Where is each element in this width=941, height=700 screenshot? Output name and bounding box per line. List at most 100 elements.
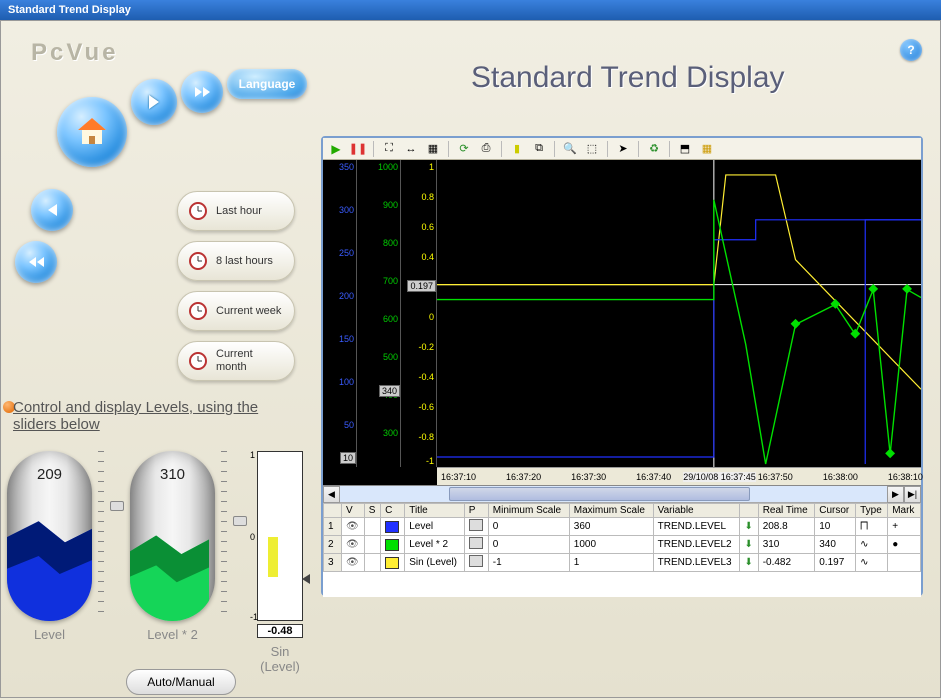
legend-header[interactable]: Maximum Scale xyxy=(569,504,653,518)
cursor-cell: 0.197 xyxy=(815,554,856,572)
link-cell[interactable]: ⬇ xyxy=(740,518,758,536)
toolbar-fit-button[interactable]: ⛶ xyxy=(380,140,398,158)
style-cell[interactable] xyxy=(364,518,380,536)
legend-header[interactable] xyxy=(324,504,342,518)
legend-header[interactable]: Minimum Scale xyxy=(488,504,569,518)
legend-header[interactable]: Variable xyxy=(653,504,740,518)
legend-header[interactable]: Cursor xyxy=(815,504,856,518)
toolbar-grid-button[interactable]: ▦ xyxy=(424,140,442,158)
level-slider[interactable] xyxy=(110,501,124,511)
row-number: 3 xyxy=(324,554,342,572)
time-range-8-hours[interactable]: 8 last hours xyxy=(177,241,295,281)
clock-icon xyxy=(188,251,208,271)
time-range-label: Last hour xyxy=(216,205,262,218)
legend-header[interactable]: C xyxy=(381,504,405,518)
legend-header[interactable] xyxy=(740,504,758,518)
toolbar-reload-button[interactable]: ♻ xyxy=(645,140,663,158)
table-row[interactable]: 2👁Level * 201000TREND.LEVEL2⬇310340∿● xyxy=(324,536,921,554)
visible-toggle[interactable]: 👁 xyxy=(342,536,365,554)
toolbar-cursor-button[interactable]: ➤ xyxy=(614,140,632,158)
toolbar-stretch-button[interactable]: ↔ xyxy=(402,140,420,158)
style-cell[interactable] xyxy=(364,536,380,554)
axis-level2: 1000900 800700 600500 400300 340 xyxy=(357,160,401,467)
level2-scale xyxy=(221,451,227,621)
auto-manual-label: Auto/Manual xyxy=(147,675,214,689)
axis-sin: 10.8 0.60.4 0.20 -0.2-0.4 -0.6-0.8 -1 0.… xyxy=(401,160,437,467)
realtime-cell: 310 xyxy=(758,536,815,554)
color-cell[interactable] xyxy=(381,518,405,536)
toolbar-notes-button[interactable]: ▮ xyxy=(508,140,526,158)
fast-forward-button[interactable] xyxy=(181,71,223,113)
toolbar-pause-button[interactable]: ❚❚ xyxy=(349,140,367,158)
scroll-left-button[interactable]: ◀ xyxy=(323,486,340,503)
color-cell[interactable] xyxy=(381,554,405,572)
type-cell: ∿ xyxy=(856,554,888,572)
toolbar-export-button[interactable]: ⬒ xyxy=(676,140,694,158)
brand-logo: PcVue xyxy=(31,39,118,67)
props-button[interactable] xyxy=(464,554,488,572)
legend-header[interactable]: V xyxy=(342,504,365,518)
toolbar-zoom-area-button[interactable]: ⬚ xyxy=(583,140,601,158)
reload-icon: ♻ xyxy=(649,142,659,155)
horizontal-scrollbar[interactable]: ◀ ▶ ▶| xyxy=(323,486,921,503)
plot-area[interactable] xyxy=(437,160,921,467)
min-cell: 0 xyxy=(488,518,569,536)
toolbar-copy-button[interactable]: ⧉ xyxy=(530,140,548,158)
color-cell[interactable] xyxy=(381,536,405,554)
axis-level: 350300 250200 150100 50 10 xyxy=(323,160,357,467)
legend-header[interactable]: Mark xyxy=(888,504,921,518)
page-title: Standard Trend Display xyxy=(471,61,785,95)
type-cell: ∿ xyxy=(856,536,888,554)
trend-chart[interactable]: 350300 250200 150100 50 10 1000900 80070… xyxy=(323,160,921,486)
link-cell[interactable]: ⬇ xyxy=(740,536,758,554)
level2-slider[interactable] xyxy=(233,516,247,526)
row-number: 1 xyxy=(324,518,342,536)
legend-header[interactable]: Real Time xyxy=(758,504,815,518)
chevron-left-icon: ◀ xyxy=(328,489,335,500)
props-button[interactable] xyxy=(464,536,488,554)
toolbar-settings-button[interactable]: ▦ xyxy=(698,140,716,158)
rewind-button[interactable] xyxy=(15,241,57,283)
help-icon[interactable]: ? xyxy=(900,39,922,61)
time-range-current-week[interactable]: Current week xyxy=(177,291,295,331)
props-button[interactable] xyxy=(464,518,488,536)
min-cell: -1 xyxy=(488,554,569,572)
toolbar-play-button[interactable]: ▶ xyxy=(327,140,345,158)
cursor-cell: 340 xyxy=(815,536,856,554)
chevron-right-icon: ▶ xyxy=(892,489,899,500)
link-cell[interactable]: ⬇ xyxy=(740,554,758,572)
table-row[interactable]: 3👁Sin (Level)-11TREND.LEVEL3⬇-0.4820.197… xyxy=(324,554,921,572)
toolbar-print-button[interactable]: ⎙ xyxy=(477,140,495,158)
trend-toolbar: ▶ ❚❚ ⛶ ↔ ▦ ⟳ ⎙ ▮ ⧉ 🔍 ⬚ ➤ ♻ ⬒ ▦ xyxy=(323,138,921,160)
legend-header[interactable]: S xyxy=(364,504,380,518)
table-row[interactable]: 1👁Level0360TREND.LEVEL⬇208.810⨅+ xyxy=(324,518,921,536)
home-icon xyxy=(72,112,112,152)
color-swatch xyxy=(385,539,399,551)
auto-manual-button[interactable]: Auto/Manual xyxy=(126,669,236,695)
toolbar-refresh-button[interactable]: ⟳ xyxy=(455,140,473,158)
toolbar-zoom-button[interactable]: 🔍 xyxy=(561,140,579,158)
level2-label: Level * 2 xyxy=(130,627,215,642)
scroll-thumb[interactable] xyxy=(449,487,750,501)
home-button[interactable] xyxy=(57,97,127,167)
style-cell[interactable] xyxy=(364,554,380,572)
sin-scale[interactable]: 1 0 -1 xyxy=(257,451,303,621)
play-button[interactable] xyxy=(131,79,177,125)
download-icon: ⬇ xyxy=(744,521,752,532)
scroll-end-button[interactable]: ▶| xyxy=(904,486,921,503)
refresh-icon: ⟳ xyxy=(459,142,468,155)
properties-icon xyxy=(469,555,483,567)
legend-header[interactable]: Type xyxy=(856,504,888,518)
eye-icon: 👁 xyxy=(346,521,359,532)
legend-header[interactable]: Title xyxy=(405,504,464,518)
visible-toggle[interactable]: 👁 xyxy=(342,518,365,536)
back-button[interactable] xyxy=(31,189,73,231)
time-range-current-month[interactable]: Current month xyxy=(177,341,295,381)
legend-header[interactable]: P xyxy=(464,504,488,518)
scroll-right-button[interactable]: ▶ xyxy=(887,486,904,503)
language-button[interactable]: Language xyxy=(227,69,307,99)
visible-toggle[interactable]: 👁 xyxy=(342,554,365,572)
time-range-last-hour[interactable]: Last hour xyxy=(177,191,295,231)
level-label: Level xyxy=(7,627,92,642)
title-cell: Sin (Level) xyxy=(405,554,464,572)
